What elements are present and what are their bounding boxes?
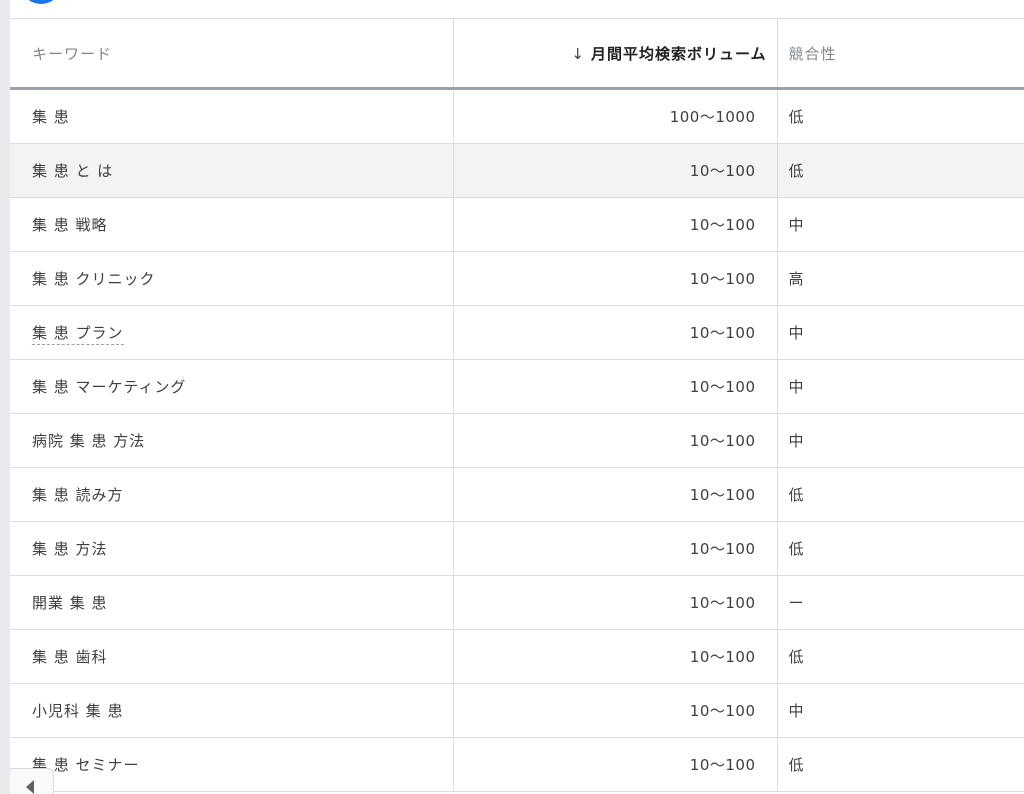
table-row[interactable]: 集 患 歯科 10〜100 低 <box>10 629 1024 684</box>
column-header-competition[interactable]: 競合性 <box>777 19 1024 90</box>
keyword-planner-page: キーワード ↓ 月間平均検索ボリューム 競合性 集 患 100〜1000 低 集… <box>0 0 1024 794</box>
keyword-cell: 集 患 戦略 <box>10 197 454 252</box>
competition-cell: 低 <box>777 737 1024 792</box>
table-row[interactable]: 集 患 戦略 10〜100 中 <box>10 197 1024 252</box>
competition-cell: 低 <box>777 143 1024 198</box>
competition-cell: 低 <box>777 88 1024 144</box>
add-icon[interactable] <box>20 0 62 4</box>
keyword-text: 集 患 方法 <box>32 540 108 558</box>
column-header-competition-label: 競合性 <box>788 44 837 63</box>
keyword-text: 開業 集 患 <box>32 594 108 612</box>
chevron-left-icon <box>26 780 34 794</box>
keyword-cell: 小児科 集 患 <box>10 683 454 738</box>
keyword-text: 集 患 戦略 <box>32 216 108 234</box>
keyword-table-container: キーワード ↓ 月間平均検索ボリューム 競合性 集 患 100〜1000 低 集… <box>10 18 1024 794</box>
volume-cell: 10〜100 <box>453 467 778 522</box>
keyword-cell: 集 患 読み方 <box>10 467 454 522</box>
volume-cell: 10〜100 <box>453 359 778 414</box>
table-row[interactable]: 集 患 セミナー 10〜100 低 <box>10 737 1024 792</box>
keyword-cell: 集 患 <box>10 88 454 144</box>
volume-cell: 100〜1000 <box>453 88 778 144</box>
volume-cell: 10〜100 <box>453 251 778 306</box>
keyword-text: 集 患 <box>32 108 70 126</box>
keyword-cell: 集 患 セミナー <box>10 737 454 792</box>
competition-cell: 中 <box>777 197 1024 252</box>
table-row[interactable]: 集 患 クリニック 10〜100 高 <box>10 251 1024 306</box>
competition-cell: 中 <box>777 305 1024 360</box>
keyword-cell: 集 患 方法 <box>10 521 454 576</box>
keyword-cell: 開業 集 患 <box>10 575 454 630</box>
table-row[interactable]: 開業 集 患 10〜100 ー <box>10 575 1024 630</box>
competition-cell: 低 <box>777 467 1024 522</box>
column-header-volume-label: 月間平均検索ボリューム <box>590 44 767 63</box>
keyword-text: 小児科 集 患 <box>32 702 124 720</box>
table-row[interactable]: 集 患 100〜1000 低 <box>10 88 1024 144</box>
volume-cell: 10〜100 <box>453 143 778 198</box>
keyword-cell: 集 患 クリニック <box>10 251 454 306</box>
keyword-text: 集 患 読み方 <box>32 486 124 504</box>
competition-cell: ー <box>777 575 1024 630</box>
keyword-text: 病院 集 患 方法 <box>32 432 146 450</box>
table-row[interactable]: 集 患 プラン 10〜100 中 <box>10 305 1024 360</box>
keyword-text-underlined[interactable]: 集 患 プラン <box>32 324 124 345</box>
volume-cell: 10〜100 <box>453 629 778 684</box>
volume-cell: 10〜100 <box>453 305 778 360</box>
table-row[interactable]: 病院 集 患 方法 10〜100 中 <box>10 413 1024 468</box>
column-header-volume[interactable]: ↓ 月間平均検索ボリューム <box>453 19 778 90</box>
volume-cell: 10〜100 <box>453 737 778 792</box>
keyword-text: 集 患 マーケティング <box>32 378 187 396</box>
scroll-left-button[interactable] <box>10 768 54 794</box>
keyword-table: キーワード ↓ 月間平均検索ボリューム 競合性 集 患 100〜1000 低 集… <box>10 19 1024 792</box>
competition-cell: 低 <box>777 521 1024 576</box>
keyword-cell: 集 患 プラン <box>10 305 454 360</box>
keyword-text: 集 患 クリニック <box>32 270 156 288</box>
column-header-keyword-label: キーワード <box>32 44 113 63</box>
table-row[interactable]: 集 患 と は 10〜100 低 <box>10 143 1024 198</box>
volume-cell: 10〜100 <box>453 521 778 576</box>
table-row[interactable]: 小児科 集 患 10〜100 中 <box>10 683 1024 738</box>
table-header-row: キーワード ↓ 月間平均検索ボリューム 競合性 <box>10 19 1024 90</box>
keyword-cell: 集 患 と は <box>10 143 454 198</box>
left-rail <box>0 0 10 794</box>
volume-cell: 10〜100 <box>453 413 778 468</box>
competition-cell: 中 <box>777 359 1024 414</box>
competition-cell: 中 <box>777 413 1024 468</box>
keyword-cell: 集 患 歯科 <box>10 629 454 684</box>
volume-cell: 10〜100 <box>453 197 778 252</box>
keyword-text: 集 患 と は <box>32 162 114 180</box>
table-row[interactable]: 集 患 マーケティング 10〜100 中 <box>10 359 1024 414</box>
sort-descending-icon: ↓ <box>571 44 585 63</box>
keyword-cell: 集 患 マーケティング <box>10 359 454 414</box>
table-row[interactable]: 集 患 読み方 10〜100 低 <box>10 467 1024 522</box>
competition-cell: 中 <box>777 683 1024 738</box>
column-header-keyword[interactable]: キーワード <box>10 19 454 90</box>
keyword-text: 集 患 歯科 <box>32 648 108 666</box>
competition-cell: 低 <box>777 629 1024 684</box>
volume-cell: 10〜100 <box>453 575 778 630</box>
table-row[interactable]: 集 患 方法 10〜100 低 <box>10 521 1024 576</box>
volume-cell: 10〜100 <box>453 683 778 738</box>
keyword-cell: 病院 集 患 方法 <box>10 413 454 468</box>
competition-cell: 高 <box>777 251 1024 306</box>
